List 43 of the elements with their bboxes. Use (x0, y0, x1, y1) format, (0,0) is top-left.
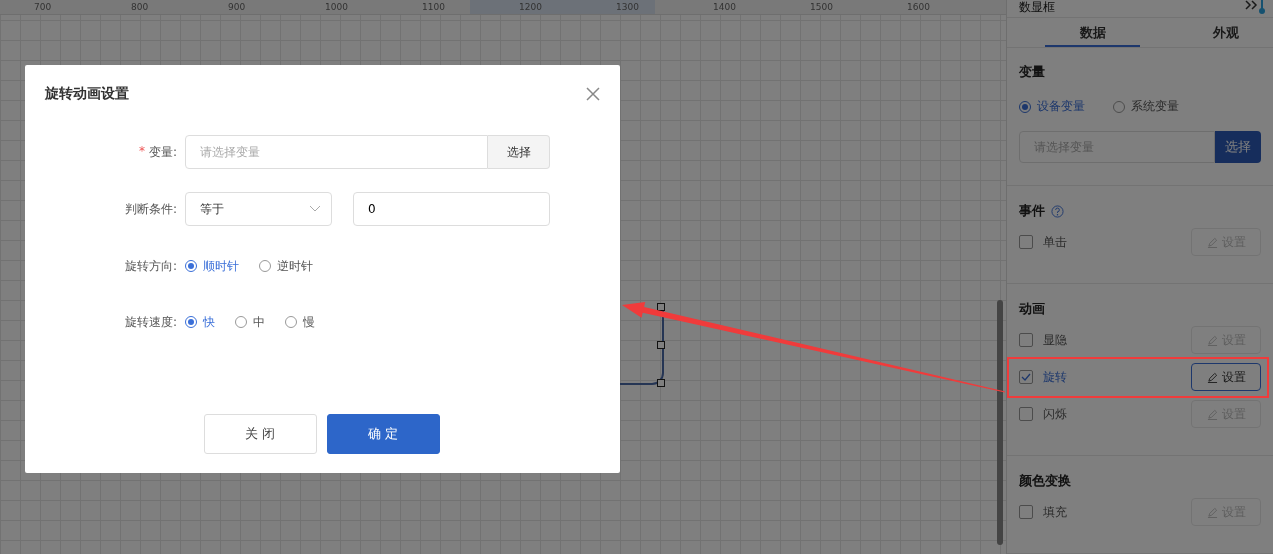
variable-field[interactable]: 请选择变量 (185, 135, 488, 169)
condition-dropdown[interactable]: 等于 (185, 192, 332, 226)
animation-checkbox[interactable]: 闪烁 (1019, 405, 1067, 423)
required-mark: * (138, 143, 145, 160)
value-field[interactable]: 0 (353, 192, 550, 226)
select-button[interactable]: 选择 (1215, 131, 1261, 163)
section-heading: 颜色变换 (1019, 472, 1071, 490)
ruler-label: 900 (228, 1, 247, 14)
panel-tab[interactable]: 外观 (1178, 18, 1273, 47)
panel-title: 数显框 (1019, 0, 1055, 14)
confirm-button[interactable]: 确 定 (326, 414, 440, 454)
section-heading: 事件 (1019, 202, 1045, 220)
radio-option[interactable]: 中 (235, 313, 265, 331)
dialog-title: 旋转动画设置 (45, 85, 129, 103)
animation-checkbox[interactable]: 旋转 (1019, 368, 1067, 386)
field-label: 判断条件: (124, 200, 177, 218)
select-button[interactable]: 选择 (488, 135, 550, 169)
radio-option[interactable]: 慢 (285, 313, 315, 331)
ruler-label: 1600 (907, 1, 931, 14)
field-label: 变量: (148, 143, 177, 161)
ruler-label: 800 (131, 1, 150, 14)
radio-option[interactable]: 逆时针 (259, 257, 313, 275)
radio-option[interactable]: 设备变量 (1019, 98, 1085, 115)
settings-button[interactable]: 设置 (1191, 363, 1261, 391)
radio-option[interactable]: 顺时针 (185, 257, 239, 275)
ruler-label: 1100 (422, 1, 446, 14)
field-label: 旋转方向: (124, 257, 177, 275)
animation-checkbox[interactable]: 填充 (1019, 503, 1067, 521)
ruler-label: 1300 (616, 1, 640, 14)
animation-checkbox[interactable]: 显隐 (1019, 331, 1067, 349)
ruler-label: 700 (34, 1, 53, 14)
field-label: 旋转速度: (124, 313, 177, 331)
panel-tab[interactable]: 数据 (1045, 18, 1140, 47)
radio-option[interactable]: 快 (185, 313, 215, 331)
ruler-label: 1200 (519, 1, 543, 14)
section-heading: 变量 (1019, 63, 1045, 81)
radio-option[interactable]: 系统变量 (1113, 98, 1179, 115)
close-dialog-button[interactable]: 关 闭 (203, 414, 317, 454)
ruler-label: 1000 (325, 1, 349, 14)
ruler-label: 1500 (810, 1, 834, 14)
ruler-label: 1400 (713, 1, 737, 14)
animation-checkbox[interactable]: 单击 (1019, 233, 1067, 251)
section-heading: 动画 (1019, 300, 1045, 318)
